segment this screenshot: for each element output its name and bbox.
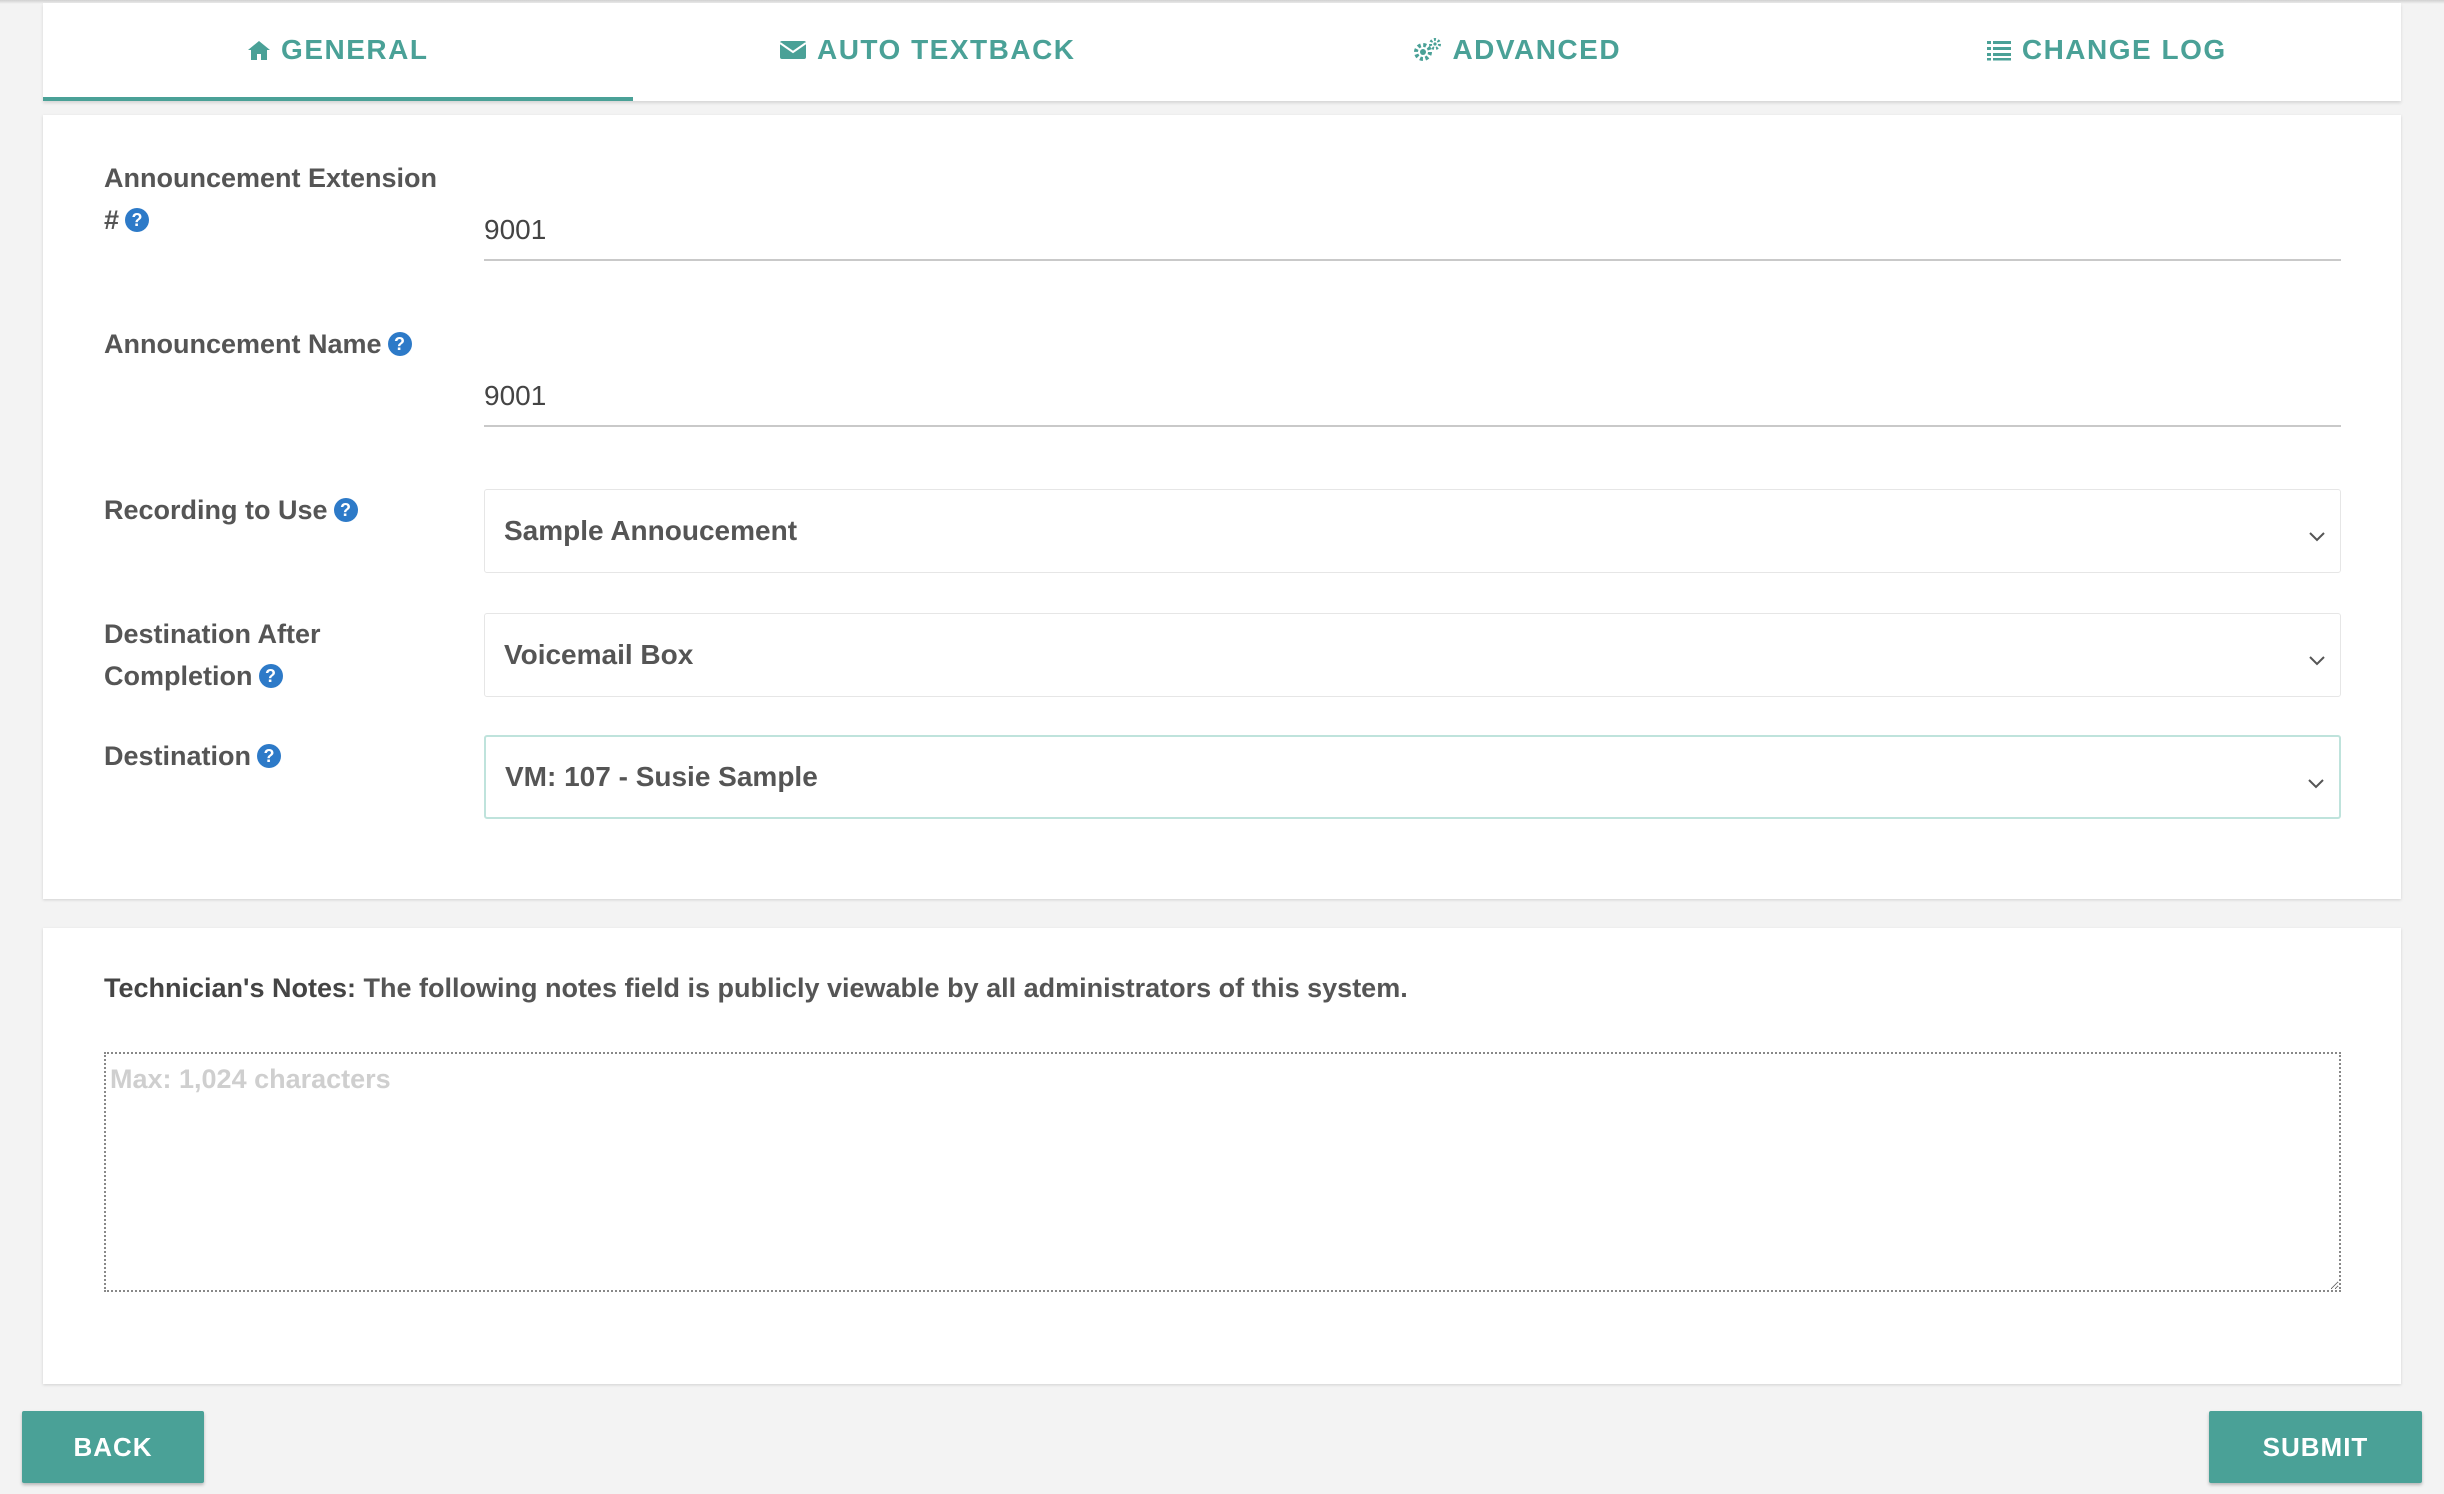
name-label-text: Announcement Name: [104, 329, 382, 359]
extension-row: Announcement Extension #?: [104, 157, 2341, 261]
recording-selected-value: Sample Annoucement: [504, 515, 798, 546]
chevron-down-icon: [2308, 642, 2326, 674]
notes-title: Technician's Notes: The following notes …: [104, 973, 1408, 1004]
name-label: Announcement Name?: [104, 323, 444, 365]
destination-selected-value: VM: 107 - Susie Sample: [505, 761, 818, 792]
notes-title-text: The following notes field is publicly vi…: [355, 973, 1408, 1003]
destination-row: Destination? VM: 107 - Susie Sample: [104, 735, 2341, 819]
list-icon: [1986, 39, 2012, 61]
tab-auto-textback-label: AUTO TEXTBACK: [816, 34, 1076, 65]
help-icon[interactable]: ?: [387, 331, 412, 356]
name-row: Announcement Name?: [104, 323, 2341, 427]
extension-label-line1: Announcement Extension: [104, 163, 438, 193]
envelope-icon: [779, 39, 807, 61]
tab-change-log-label: CHANGE LOG: [2021, 34, 2227, 65]
tab-advanced[interactable]: ADVANCED: [1222, 3, 1812, 101]
home-icon: [247, 39, 271, 61]
notes-title-bold: Technician's Notes:: [104, 973, 356, 1003]
tab-general[interactable]: GENERAL: [43, 3, 633, 101]
tab-auto-textback[interactable]: AUTO TEXTBACK: [633, 3, 1223, 101]
after-completion-label: Destination After Completion?: [104, 613, 444, 697]
after-completion-selected-value: Voicemail Box: [504, 639, 694, 670]
after-completion-label-line1: Destination After: [104, 619, 321, 649]
after-completion-label-line2: Completion: [104, 661, 253, 691]
recording-select[interactable]: Sample Annoucement: [484, 489, 2341, 573]
after-completion-row: Destination After Completion? Voicemail …: [104, 613, 2341, 697]
chevron-down-icon: [2308, 518, 2326, 550]
help-icon[interactable]: ?: [125, 207, 150, 232]
chevron-down-icon: [2307, 765, 2325, 797]
notes-textarea[interactable]: [104, 1052, 2341, 1292]
help-icon[interactable]: ?: [333, 497, 358, 522]
recording-label-text: Recording to Use: [104, 495, 328, 525]
help-icon[interactable]: ?: [258, 663, 283, 688]
destination-label: Destination?: [104, 735, 444, 777]
destination-label-text: Destination: [104, 741, 252, 771]
extension-label-line2: #: [104, 205, 120, 235]
after-completion-select[interactable]: Voicemail Box: [484, 613, 2341, 697]
name-input[interactable]: [484, 367, 2341, 427]
recording-row: Recording to Use? Sample Annoucement: [104, 489, 2341, 573]
tab-change-log[interactable]: CHANGE LOG: [1812, 3, 2402, 101]
tab-bar: GENERAL AUTO TEXTBACK ADVANCED CHANGE LO…: [43, 3, 2401, 101]
tab-general-label: GENERAL: [281, 34, 429, 65]
help-icon[interactable]: ?: [257, 743, 282, 768]
back-button[interactable]: BACK: [22, 1411, 204, 1483]
technician-notes-card: Technician's Notes: The following notes …: [43, 928, 2401, 1384]
tab-advanced-label: ADVANCED: [1452, 34, 1622, 65]
submit-button[interactable]: SUBMIT: [2209, 1411, 2422, 1483]
extension-label: Announcement Extension #?: [104, 157, 444, 241]
general-settings-card: Announcement Extension #? Announcement N…: [43, 115, 2401, 899]
destination-select[interactable]: VM: 107 - Susie Sample: [484, 735, 2341, 819]
gears-icon: [1412, 37, 1442, 63]
extension-input[interactable]: [484, 201, 2341, 261]
recording-label: Recording to Use?: [104, 489, 444, 531]
